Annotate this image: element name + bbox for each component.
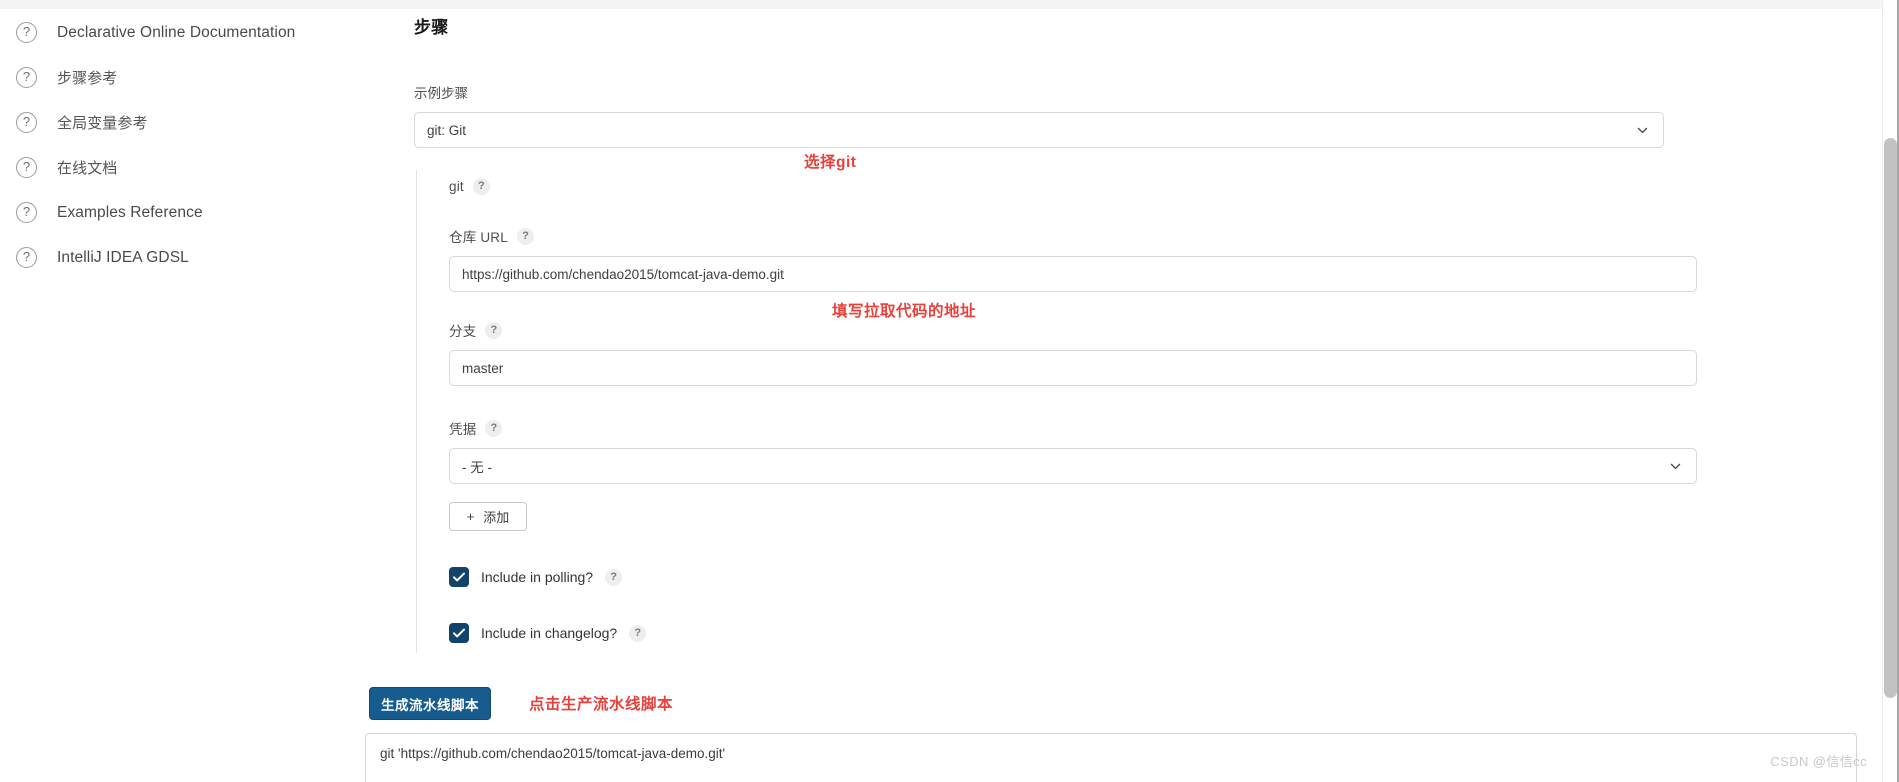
- credentials-field-group: 凭据 ? - 无 -: [449, 418, 1722, 484]
- include-in-polling-checkbox[interactable]: [449, 567, 469, 587]
- generated-script-textarea[interactable]: git 'https://github.com/chendao2015/tomc…: [365, 733, 1857, 782]
- help-badge-icon[interactable]: ?: [485, 321, 503, 339]
- branch-input[interactable]: master: [449, 350, 1697, 386]
- help-badge-icon[interactable]: ?: [485, 419, 503, 437]
- repo-url-value: https://github.com/chendao2015/tomcat-ja…: [462, 266, 784, 282]
- sample-step-label: 示例步骤: [414, 86, 468, 101]
- sample-step-selected-value: git: Git: [427, 122, 467, 138]
- help-circle-icon: ?: [16, 112, 37, 133]
- include-in-changelog-checkbox[interactable]: [449, 623, 469, 643]
- add-credentials-button[interactable]: + 添加: [449, 502, 527, 531]
- main-top-strip: [347, 0, 1899, 9]
- sidebar-item-label: 在线文档: [57, 160, 118, 177]
- help-circle-icon: ?: [16, 67, 37, 88]
- sidebar-item-declarative-online-documentation[interactable]: ? Declarative Online Documentation: [0, 10, 347, 55]
- include-in-changelog-row[interactable]: Include in changelog? ?: [449, 623, 1722, 643]
- sample-step-select[interactable]: git: Git: [414, 112, 1664, 148]
- help-circle-icon: ?: [16, 157, 37, 178]
- help-circle-icon: ?: [16, 22, 37, 43]
- chevron-down-icon: [1636, 124, 1649, 137]
- git-block-title: git: [449, 179, 464, 194]
- chevron-down-icon: [1669, 460, 1682, 473]
- include-in-changelog-label: Include in changelog?: [481, 625, 618, 641]
- sidebar-item-intellij-idea-gdsl[interactable]: ? IntelliJ IDEA GDSL: [0, 235, 347, 280]
- branch-value: master: [462, 360, 504, 376]
- credentials-select[interactable]: - 无 -: [449, 448, 1697, 484]
- include-in-polling-row[interactable]: Include in polling? ?: [449, 567, 1722, 587]
- sidebar-item-label: 步骤参考: [57, 70, 118, 87]
- help-circle-icon: ?: [16, 247, 37, 268]
- branch-label-row: 分支 ?: [449, 320, 1722, 340]
- plus-icon: +: [466, 509, 475, 524]
- watermark: CSDN @信信cc: [1770, 754, 1867, 769]
- sidebar-item-online-documentation[interactable]: ? 在线文档: [0, 145, 347, 190]
- repo-url-field-group: 仓库 URL ? https://github.com/chendao2015/…: [449, 226, 1722, 292]
- credentials-label-row: 凭据 ?: [449, 418, 1722, 438]
- generated-script-text: git 'https://github.com/chendao2015/tomc…: [380, 746, 726, 761]
- branch-label: 分支: [449, 324, 477, 339]
- sidebar: ? Declarative Online Documentation ? 步骤参…: [0, 0, 347, 782]
- help-badge-icon[interactable]: ?: [472, 178, 490, 195]
- generate-pipeline-script-button[interactable]: 生成流水线脚本: [369, 687, 491, 720]
- page-title: 步骤: [414, 18, 449, 37]
- main-panel: 步骤 示例步骤 git: Git 选择git git ? 仓库 URL ? ht…: [347, 0, 1899, 782]
- repo-url-input[interactable]: https://github.com/chendao2015/tomcat-ja…: [449, 256, 1697, 292]
- repo-url-label-row: 仓库 URL ?: [449, 226, 1722, 246]
- sidebar-item-label: 全局变量参考: [57, 115, 148, 132]
- include-in-polling-label: Include in polling?: [481, 569, 594, 585]
- pipeline-syntax-page: ? Declarative Online Documentation ? 步骤参…: [0, 0, 1899, 782]
- git-step-block: git ? 仓库 URL ? https://github.com/chenda…: [416, 170, 1722, 653]
- annotation-fill-repo-address: 填写拉取代码的地址: [832, 303, 977, 320]
- sidebar-top-strip: [0, 0, 347, 9]
- branch-field-group: 分支 ? master: [449, 320, 1722, 386]
- sidebar-item-label: IntelliJ IDEA GDSL: [57, 248, 189, 266]
- sidebar-item-global-variable-reference[interactable]: ? 全局变量参考: [0, 100, 347, 145]
- sidebar-item-label: Examples Reference: [57, 203, 203, 221]
- page-scrollbar-thumb[interactable]: [1884, 138, 1897, 698]
- help-badge-icon[interactable]: ?: [605, 568, 623, 586]
- credentials-label: 凭据: [449, 422, 477, 437]
- help-circle-icon: ?: [16, 202, 37, 223]
- repo-url-label: 仓库 URL: [449, 230, 508, 245]
- annotation-select-git: 选择git: [804, 154, 857, 171]
- help-badge-icon[interactable]: ?: [629, 624, 647, 642]
- sidebar-item-step-reference[interactable]: ? 步骤参考: [0, 55, 347, 100]
- add-button-label: 添加: [483, 510, 510, 525]
- git-block-header: git ?: [449, 178, 1722, 195]
- credentials-selected-value: - 无 -: [462, 460, 492, 475]
- help-badge-icon[interactable]: ?: [516, 227, 534, 245]
- annotation-click-generate: 点击生产流水线脚本: [529, 696, 674, 713]
- sidebar-item-examples-reference[interactable]: ? Examples Reference: [0, 190, 347, 235]
- sidebar-item-label: Declarative Online Documentation: [57, 23, 296, 41]
